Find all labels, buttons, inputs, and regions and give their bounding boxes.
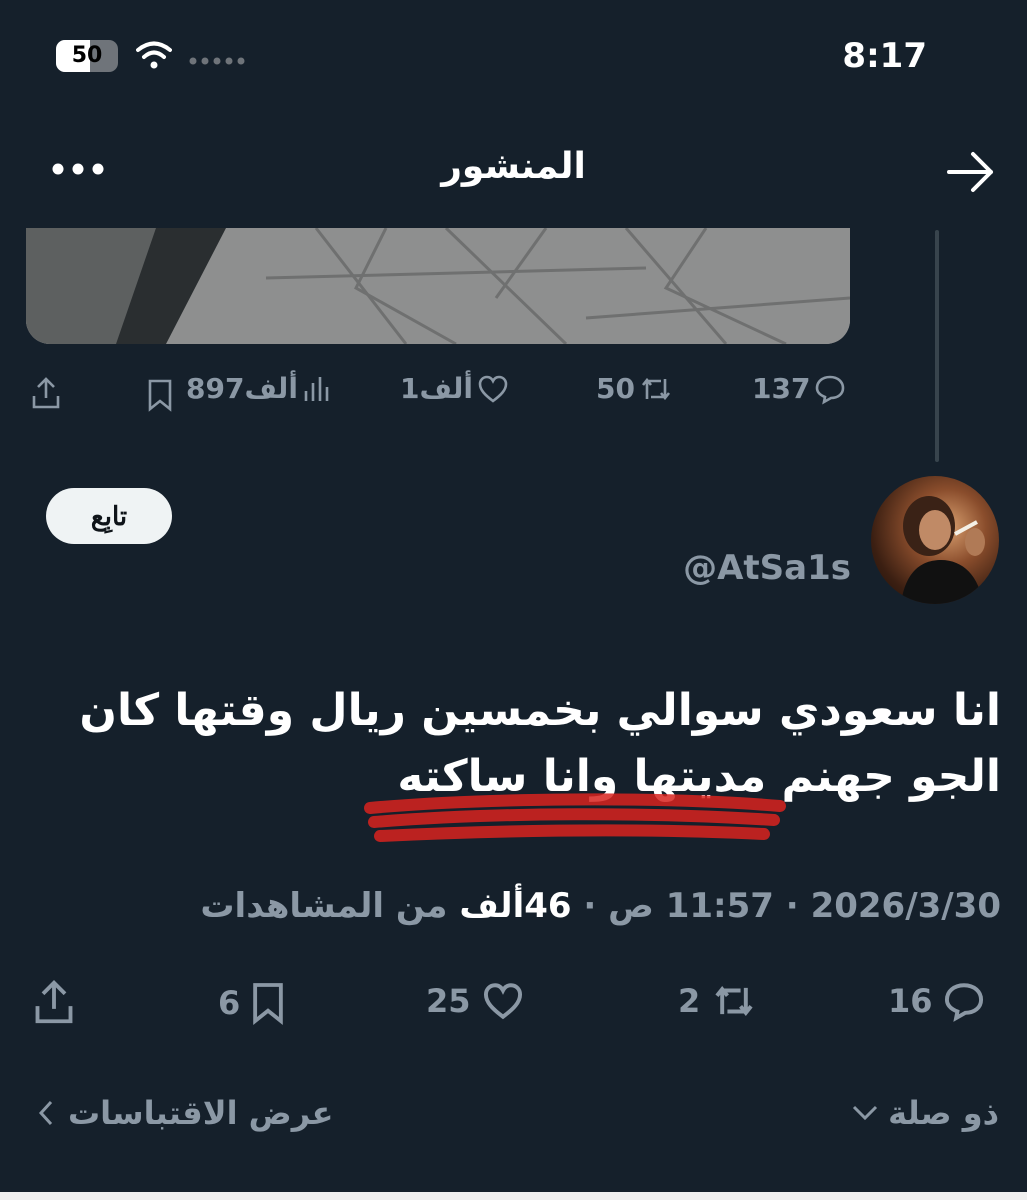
analytics-icon — [304, 376, 329, 401]
bookmark-icon[interactable] — [146, 378, 174, 412]
reply-icon — [944, 983, 983, 1022]
cellular-signal-icon — [189, 57, 245, 65]
bottom-border — [0, 1192, 1027, 1200]
follow-button[interactable]: تابِع — [46, 488, 172, 544]
repost-icon — [641, 377, 670, 400]
battery-indicator: 50 — [56, 40, 118, 72]
view-quotes-link[interactable]: عرض الاقتباسات — [38, 1094, 333, 1132]
repost-icon — [715, 986, 753, 1016]
tweet-views-label: من المشاهدات — [200, 886, 460, 926]
heart-icon — [483, 983, 522, 1020]
related-dropdown[interactable]: ذو صلة — [852, 1094, 999, 1132]
heart-icon — [478, 375, 508, 403]
chevron-down-icon — [853, 1105, 878, 1121]
repost-count: 50 — [596, 372, 635, 405]
bookmark-button[interactable]: 6 — [218, 980, 286, 1026]
wifi-icon — [136, 41, 172, 69]
reply-count: 137 — [752, 372, 811, 405]
thread-connector-line — [935, 230, 939, 462]
repost-button[interactable]: 2 — [678, 980, 758, 1022]
like-count: 25 — [426, 982, 471, 1020]
chevron-left-icon — [38, 1100, 53, 1126]
back-arrow-icon[interactable] — [947, 150, 995, 194]
bookmark-count: 6 — [218, 984, 241, 1022]
tweet-date-time: 2026/3/30 · 11:57 ص · — [571, 886, 1001, 926]
views-count: 897ألف — [186, 372, 298, 405]
reply-count: 16 — [888, 982, 933, 1020]
reply-icon — [816, 375, 845, 405]
like-button[interactable]: 25 — [426, 980, 525, 1022]
red-scribble-annotation — [364, 793, 786, 842]
related-label: ذو صلة — [888, 1094, 999, 1132]
post-image[interactable] — [26, 228, 850, 344]
view-quotes-label: عرض الاقتباسات — [68, 1094, 334, 1132]
avatar[interactable] — [871, 476, 999, 604]
previous-post-repost-button[interactable]: 50 — [596, 372, 673, 405]
previous-post-action-bar: 137 50 1ألف 897ألف — [0, 372, 1000, 416]
bookmark-icon — [253, 983, 284, 1026]
reply-button[interactable]: 16 — [888, 980, 985, 1022]
page-title: المنشور — [441, 146, 586, 187]
tweet-views-count[interactable]: 46ألف — [459, 886, 571, 926]
author-handle[interactable]: @AtSa1s — [683, 548, 851, 588]
previous-post-reply-button[interactable]: 137 — [752, 372, 846, 405]
share-icon[interactable] — [30, 376, 62, 410]
tweet-metadata: 2026/3/30 · 11:57 ص · 46ألف من المشاهدات — [200, 886, 1001, 926]
battery-level: 50 — [71, 43, 103, 68]
status-time: 8:17 — [842, 36, 927, 76]
tweet-action-bar: 16 2 25 6 — [0, 972, 1027, 1036]
share-icon[interactable] — [32, 978, 76, 1026]
repost-count: 2 — [678, 982, 701, 1020]
like-count: 1ألف — [400, 372, 473, 405]
previous-post-views[interactable]: 897ألف — [186, 372, 332, 405]
previous-post-like-button[interactable]: 1ألف — [400, 372, 509, 405]
